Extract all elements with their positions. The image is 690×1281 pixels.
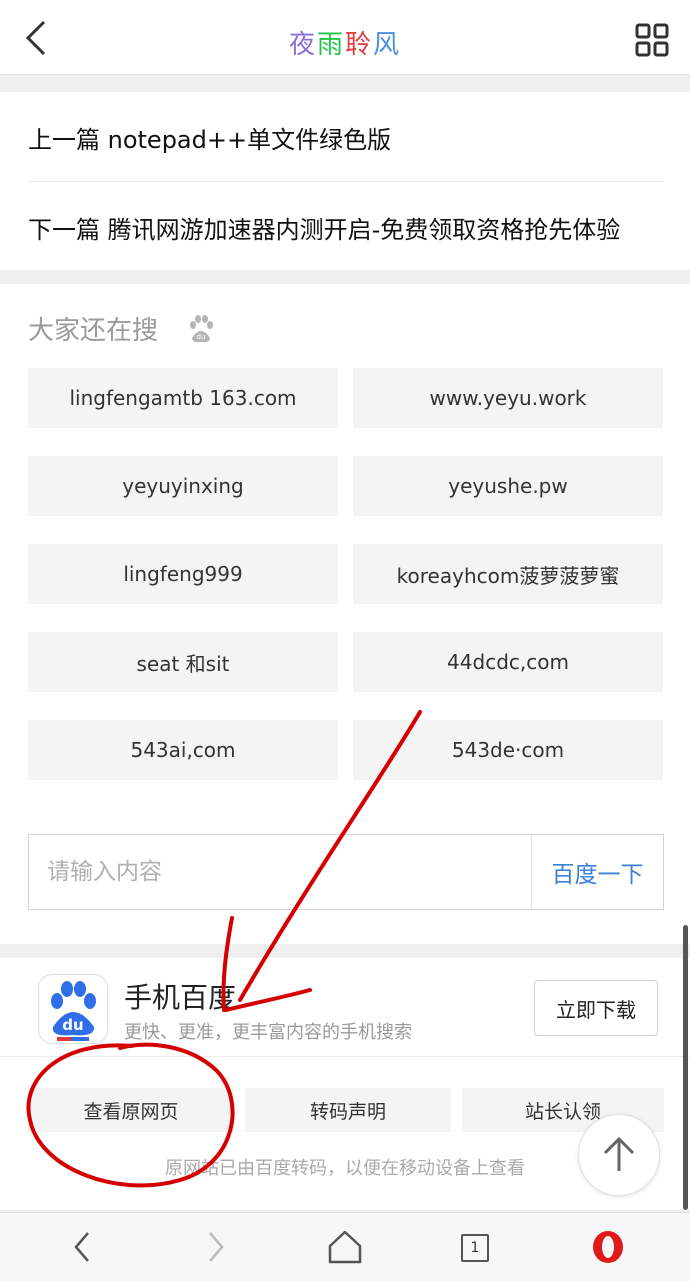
- scrollbar[interactable]: [683, 925, 688, 1210]
- site-title-char-3: 聆: [345, 30, 374, 60]
- app-banner: du 手机百度 更快、更准，更丰富内容的手机搜索 立即下载 查看原网页 转码声明…: [0, 958, 690, 1210]
- search-chip[interactable]: yeyushe.pw: [353, 456, 663, 516]
- tabs-button[interactable]: 1: [461, 1234, 489, 1262]
- search-chip[interactable]: yeyuyinxing: [28, 456, 338, 516]
- svg-text:du: du: [197, 333, 206, 341]
- transcode-statement-button[interactable]: 转码声明: [245, 1088, 451, 1132]
- svg-text:du: du: [62, 1016, 83, 1034]
- related-search-heading: 大家还在搜: [28, 316, 159, 346]
- forward-icon[interactable]: [196, 1229, 232, 1265]
- home-icon[interactable]: [327, 1229, 363, 1265]
- site-title-char-4: 风: [373, 30, 402, 60]
- search-chip[interactable]: seat 和sit: [28, 632, 338, 692]
- divider: [0, 1056, 690, 1057]
- app-description: 更快、更准，更丰富内容的手机搜索: [124, 1022, 412, 1043]
- search-chip[interactable]: koreayhcom菠萝菠萝蜜: [353, 544, 663, 604]
- view-original-page-button[interactable]: 查看原网页: [28, 1088, 234, 1132]
- site-title-char-1: 夜: [288, 30, 317, 60]
- related-search-section: 大家还在搜 du lingfengamtb 163.com www.yeyu.w…: [0, 284, 690, 944]
- app-name: 手机百度: [124, 981, 237, 1014]
- opera-icon[interactable]: [590, 1229, 626, 1265]
- top-header: 夜雨聆风: [0, 0, 690, 75]
- arrow-up-icon: [603, 1136, 635, 1171]
- baidu-paw-logo-icon: du: [51, 981, 96, 1041]
- back-icon[interactable]: [66, 1229, 102, 1265]
- baidu-search-box: 百度一下: [28, 834, 664, 910]
- search-chip[interactable]: 44dcdc,com: [353, 632, 663, 692]
- grid-menu-icon[interactable]: [634, 22, 670, 58]
- baidu-paw-icon: du: [190, 315, 213, 343]
- browser-toolbar: 1: [0, 1212, 690, 1281]
- baidu-search-button[interactable]: 百度一下: [532, 835, 663, 909]
- article-nav: 上一篇 notepad++单文件绿色版 下一篇 腾讯网游加速器内测开启-免费领取…: [0, 92, 690, 270]
- search-chip[interactable]: 543de·com: [353, 720, 663, 780]
- search-chip[interactable]: 543ai,com: [28, 720, 338, 780]
- site-title-char-2: 雨: [316, 30, 345, 60]
- search-chip[interactable]: lingfengamtb 163.com: [28, 368, 338, 428]
- search-chip[interactable]: lingfeng999: [28, 544, 338, 604]
- back-to-top-button[interactable]: [578, 1114, 660, 1196]
- search-chip[interactable]: www.yeyu.work: [353, 368, 663, 428]
- site-title: 夜雨聆风: [0, 24, 690, 61]
- download-button[interactable]: 立即下载: [534, 980, 658, 1036]
- next-article-link[interactable]: 下一篇 腾讯网游加速器内测开启-免费领取资格抢先体验: [28, 210, 668, 245]
- divider: [28, 181, 664, 182]
- prev-article-link[interactable]: 上一篇 notepad++单文件绿色版: [28, 120, 668, 155]
- search-input[interactable]: [29, 835, 565, 909]
- baidu-app-icon[interactable]: du: [38, 974, 108, 1044]
